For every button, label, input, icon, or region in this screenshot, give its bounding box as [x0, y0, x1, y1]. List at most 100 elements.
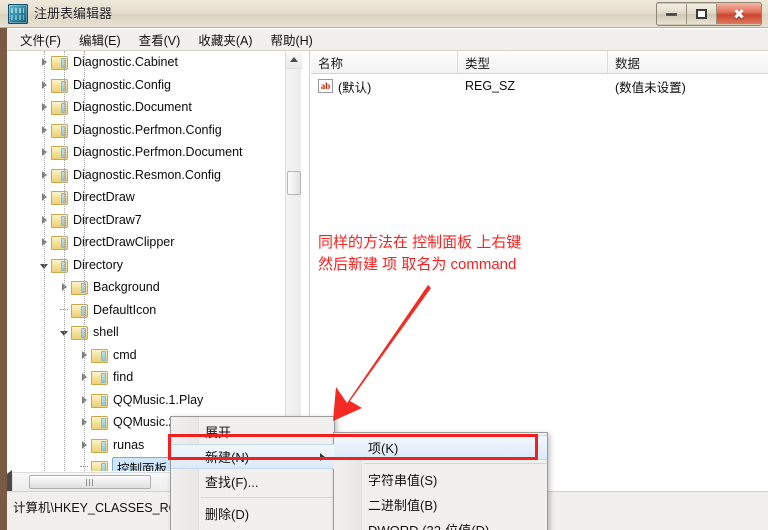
- window-title: 注册表编辑器: [34, 6, 113, 21]
- tree-item[interactable]: Background: [7, 276, 293, 299]
- annotation-text: 同样的方法在 控制面板 上右键 然后新建 项 取名为 command: [318, 232, 521, 276]
- folder-icon: [51, 168, 68, 183]
- column-header-type[interactable]: 类型: [458, 51, 608, 73]
- context-menu-item-new-label: 新建(N): [205, 450, 250, 465]
- tree-item-label: shell: [93, 325, 119, 340]
- tree-item[interactable]: find: [7, 366, 293, 389]
- tree-item-label: Diagnostic.Resmon.Config: [73, 167, 221, 182]
- folder-icon: [51, 213, 68, 228]
- context-submenu-separator: [364, 463, 547, 464]
- folder-icon: [71, 303, 88, 318]
- tree-vertical-scrollbar[interactable]: [285, 51, 302, 471]
- table-row[interactable]: ab (默认) REG_SZ (数值未设置): [311, 74, 768, 98]
- tree-item[interactable]: QQMusic.1.Play: [7, 389, 293, 412]
- context-menu-item-find[interactable]: 查找(F)...: [171, 469, 334, 494]
- minimize-icon: [666, 12, 677, 16]
- folder-icon: [91, 370, 108, 386]
- scroll-up-button[interactable]: [286, 51, 302, 69]
- column-header-data[interactable]: 数据: [608, 51, 768, 73]
- menu-help[interactable]: 帮助(H): [261, 28, 321, 51]
- maximize-button[interactable]: [687, 4, 717, 24]
- vertical-scroll-thumb[interactable]: [287, 171, 301, 195]
- tree-item[interactable]: DirectDrawClipper: [7, 231, 293, 254]
- grip-icon: [85, 478, 95, 486]
- menu-edit[interactable]: 编辑(E): [70, 28, 130, 51]
- tree-item[interactable]: DirectDraw: [7, 186, 293, 209]
- registry-editor-icon: [8, 4, 28, 24]
- context-menu-item-rename[interactable]: 重命名(R): [171, 526, 334, 530]
- menu-bar: 文件(F) 编辑(E) 查看(V) 收藏夹(A) 帮助(H): [7, 29, 768, 51]
- tree-item-label: DirectDrawClipper: [73, 235, 175, 250]
- submenu-item-string-value[interactable]: 字符串值(S): [334, 467, 547, 492]
- tree-item-label: DefaultIcon: [93, 302, 157, 317]
- menu-file[interactable]: 文件(F): [11, 28, 70, 51]
- column-header-name[interactable]: 名称: [311, 51, 458, 73]
- chevron-left-icon: [7, 469, 12, 491]
- tree-item-label: runas: [113, 437, 145, 452]
- folder-icon: [51, 235, 68, 251]
- tree-item[interactable]: Diagnostic.Document: [7, 96, 293, 119]
- ab-string-icon: ab: [318, 79, 333, 93]
- context-menu-item-delete[interactable]: 删除(D): [171, 501, 334, 526]
- tree-guide-line: [84, 51, 85, 471]
- tree-item[interactable]: Diagnostic.Perfmon.Config: [7, 119, 293, 142]
- value-type-cell: REG_SZ: [465, 79, 516, 93]
- close-button[interactable]: ✖: [717, 4, 761, 24]
- tree-item[interactable]: shell: [7, 321, 293, 344]
- tree-item-label: Diagnostic.Perfmon.Config: [73, 122, 222, 137]
- tree-item-label: DirectDraw: [73, 190, 135, 205]
- tree-item-label: Diagnostic.Document: [73, 100, 192, 115]
- folder-icon: [71, 325, 88, 341]
- tree-item[interactable]: cmd: [7, 344, 293, 367]
- menu-view[interactable]: 查看(V): [130, 28, 190, 51]
- tree-item[interactable]: Directory: [7, 254, 293, 277]
- submenu-item-binary-value[interactable]: 二进制值(B): [334, 492, 547, 517]
- submenu-item-key[interactable]: 项(K): [334, 435, 547, 460]
- menu-favorites[interactable]: 收藏夹(A): [189, 28, 261, 51]
- tree-item-label: find: [113, 370, 134, 385]
- folder-icon: [91, 393, 108, 408]
- tree-item[interactable]: Diagnostic.Resmon.Config: [7, 164, 293, 187]
- registry-editor-window: 注册表编辑器 ✖ 文件(F) 编辑(E) 查看(V) 收藏夹(A) 帮助(H) …: [0, 0, 768, 530]
- scroll-left-button[interactable]: [7, 469, 13, 491]
- folder-icon: [91, 438, 108, 453]
- tree-item-label: Directory: [73, 257, 124, 272]
- folder-icon: [51, 78, 68, 93]
- value-data-cell: (数值未设置): [615, 80, 686, 95]
- folder-icon: [91, 460, 108, 471]
- title-bar: 注册表编辑器 ✖: [0, 0, 768, 28]
- value-name-cell: ab (默认): [311, 77, 458, 96]
- folder-icon: [51, 190, 68, 206]
- tree-item[interactable]: Diagnostic.Cabinet: [7, 51, 293, 74]
- tree-item[interactable]: Diagnostic.Config: [7, 74, 293, 97]
- context-submenu-new[interactable]: 项(K) 字符串值(S) 二进制值(B) DWORD (32-位值(D): [333, 432, 548, 530]
- title-bar-left: 注册表编辑器: [8, 4, 112, 24]
- folder-icon: [91, 348, 108, 363]
- tree-guide-line: [44, 51, 45, 471]
- chevron-up-icon: [290, 57, 298, 62]
- registry-tree[interactable]: Diagnostic.Cabinet Diagnostic.Config Diagn…: [7, 51, 293, 471]
- tree-item-label: 控制面板: [112, 456, 173, 471]
- tree-item[interactable]: Diagnostic.Perfmon.Document: [7, 141, 293, 164]
- tree-item-label: cmd: [113, 347, 137, 362]
- window-controls: ✖: [656, 2, 762, 26]
- minimize-button[interactable]: [657, 4, 687, 24]
- tree-item-label: Diagnostic.Config: [73, 77, 171, 92]
- chevron-right-icon: [320, 452, 325, 461]
- annotation-line-2: 然后新建 项 取名为 command: [318, 256, 517, 273]
- tree-item[interactable]: DirectDraw7: [7, 209, 293, 232]
- submenu-item-dword-value[interactable]: DWORD (32-位值(D): [334, 517, 547, 530]
- folder-icon: [91, 415, 108, 431]
- tree-item-label: QQMusic.1.Play: [113, 392, 204, 407]
- maximize-icon: [696, 9, 707, 19]
- context-menu-separator: [201, 497, 334, 498]
- tree-item[interactable]: DefaultIcon: [7, 299, 293, 322]
- folder-icon: [51, 258, 68, 273]
- folder-icon: [51, 123, 68, 138]
- annotation-line-1: 同样的方法在 控制面板 上右键: [318, 234, 522, 251]
- value-name-text: (默认): [338, 80, 372, 95]
- context-menu-item-new[interactable]: 新建(N): [171, 444, 334, 469]
- tree-item-label: Diagnostic.Cabinet: [73, 55, 178, 70]
- red-arrow-icon: [333, 285, 431, 421]
- horizontal-scroll-thumb[interactable]: [29, 475, 151, 489]
